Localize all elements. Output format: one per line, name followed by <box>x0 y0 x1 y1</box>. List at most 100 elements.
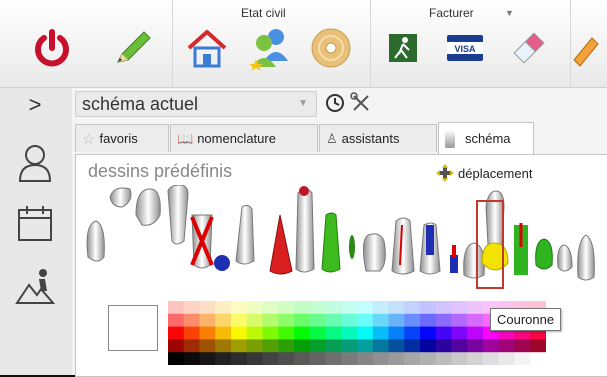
palette-cell[interactable] <box>168 301 185 315</box>
palette-cell[interactable] <box>325 339 342 353</box>
tooth-drawing-12[interactable] <box>362 233 386 272</box>
palette-cell[interactable] <box>420 352 437 365</box>
palette-cell[interactable] <box>388 313 405 328</box>
palette-cell[interactable] <box>168 339 185 353</box>
palette-cell[interactable] <box>530 339 546 353</box>
current-color-swatch[interactable] <box>108 305 158 351</box>
palette-cell[interactable] <box>435 352 452 365</box>
palette-cell[interactable] <box>199 339 216 353</box>
person-button[interactable] <box>14 140 56 186</box>
palette-cell[interactable] <box>325 313 342 328</box>
palette-cell[interactable] <box>435 301 452 315</box>
palette-cell[interactable] <box>404 313 421 328</box>
palette-cell[interactable] <box>467 301 484 315</box>
palette-cell[interactable] <box>325 326 342 340</box>
palette-cell[interactable] <box>530 352 546 365</box>
palette-cell[interactable] <box>246 352 263 365</box>
tab-nomenclature[interactable]: 📖 nomenclature <box>170 124 318 152</box>
palette-cell[interactable] <box>309 339 326 353</box>
palette-cell[interactable] <box>451 301 468 315</box>
tooth-drawing-15[interactable] <box>450 245 458 273</box>
tooth-drawing-3[interactable] <box>135 188 161 226</box>
home-button[interactable] <box>183 24 231 72</box>
tooth-drawing-10[interactable] <box>321 212 341 273</box>
palette-cell[interactable] <box>262 301 279 315</box>
palette-cell[interactable] <box>467 352 484 365</box>
palette-cell[interactable] <box>168 326 185 340</box>
palette-cell[interactable] <box>435 313 452 328</box>
palette-cell[interactable] <box>231 301 248 315</box>
palette-cell[interactable] <box>199 352 216 365</box>
tooth-drawing-19[interactable] <box>535 238 553 270</box>
palette-cell[interactable] <box>514 339 531 353</box>
palette-cell[interactable] <box>357 326 374 340</box>
palette-cell[interactable] <box>231 339 248 353</box>
palette-cell[interactable] <box>341 339 358 353</box>
palette-cell[interactable] <box>183 339 200 353</box>
palette-cell[interactable] <box>294 339 311 353</box>
palette-cell[interactable] <box>388 326 405 340</box>
palette-cell[interactable] <box>341 301 358 315</box>
palette-cell[interactable] <box>262 339 279 353</box>
power-button[interactable] <box>28 24 76 72</box>
palette-cell[interactable] <box>467 326 484 340</box>
palette-cell[interactable] <box>451 313 468 328</box>
patients-button[interactable] <box>245 24 293 72</box>
tooth-drawing-11[interactable] <box>349 235 355 259</box>
palette-cell[interactable] <box>467 339 484 353</box>
history-button[interactable] <box>324 92 346 119</box>
palette-cell[interactable] <box>215 313 232 328</box>
palette-cell[interactable] <box>199 301 216 315</box>
palette-cell[interactable] <box>357 301 374 315</box>
tooth-drawing-7[interactable] <box>235 204 255 265</box>
palette-cell[interactable] <box>404 352 421 365</box>
palette-cell[interactable] <box>309 326 326 340</box>
palette-cell[interactable] <box>341 326 358 340</box>
palette-cell[interactable] <box>483 352 500 365</box>
palette-cell[interactable] <box>372 313 389 328</box>
facturer-dropdown-icon[interactable]: ▼ <box>505 8 514 18</box>
palette-cell[interactable] <box>199 326 216 340</box>
palette-cell[interactable] <box>467 313 484 328</box>
palette-cell[interactable] <box>388 352 405 365</box>
palette-cell[interactable] <box>168 313 185 328</box>
palette-cell[interactable] <box>404 326 421 340</box>
palette-cell[interactable] <box>420 326 437 340</box>
palette-cell[interactable] <box>309 352 326 365</box>
palette-cell[interactable] <box>372 352 389 365</box>
deplacement-button[interactable]: déplacement <box>436 164 532 182</box>
tooth-drawing-20[interactable] <box>557 244 573 272</box>
palette-cell[interactable] <box>246 326 263 340</box>
tooth-drawing-4[interactable] <box>167 185 189 245</box>
eraser-button[interactable] <box>505 24 553 72</box>
calendar-button[interactable] <box>14 200 56 246</box>
palette-cell[interactable] <box>246 339 263 353</box>
palette-cell[interactable] <box>309 313 326 328</box>
tooth-drawing-8[interactable] <box>269 214 293 275</box>
palette-cell[interactable] <box>357 352 374 365</box>
palette-cell[interactable] <box>278 301 295 315</box>
highlighter-button[interactable] <box>565 24 605 72</box>
palette-cell[interactable] <box>341 352 358 365</box>
palette-cell[interactable] <box>357 339 374 353</box>
expand-sidebar-button[interactable]: > <box>14 90 56 120</box>
palette-cell[interactable] <box>231 313 248 328</box>
palette-cell[interactable] <box>451 352 468 365</box>
tooth-drawing-14[interactable] <box>419 222 441 275</box>
tooth-drawing-2[interactable] <box>109 187 132 208</box>
palette-cell[interactable] <box>372 339 389 353</box>
palette-cell[interactable] <box>231 326 248 340</box>
chevron-down-icon[interactable]: ▼ <box>298 98 308 109</box>
tooth-drawing-6[interactable] <box>214 255 230 271</box>
palette-cell[interactable] <box>246 301 263 315</box>
palette-cell[interactable] <box>498 352 515 365</box>
tooth-drawing-18[interactable] <box>514 223 528 275</box>
tooth-drawing-9[interactable] <box>295 186 315 273</box>
tab-schema[interactable]: schéma <box>438 122 534 154</box>
palette-cell[interactable] <box>309 301 326 315</box>
palette-cell[interactable] <box>215 326 232 340</box>
palette-cell[interactable] <box>246 313 263 328</box>
palette-cell[interactable] <box>278 326 295 340</box>
palette-cell[interactable] <box>404 301 421 315</box>
palette-cell[interactable] <box>451 339 468 353</box>
